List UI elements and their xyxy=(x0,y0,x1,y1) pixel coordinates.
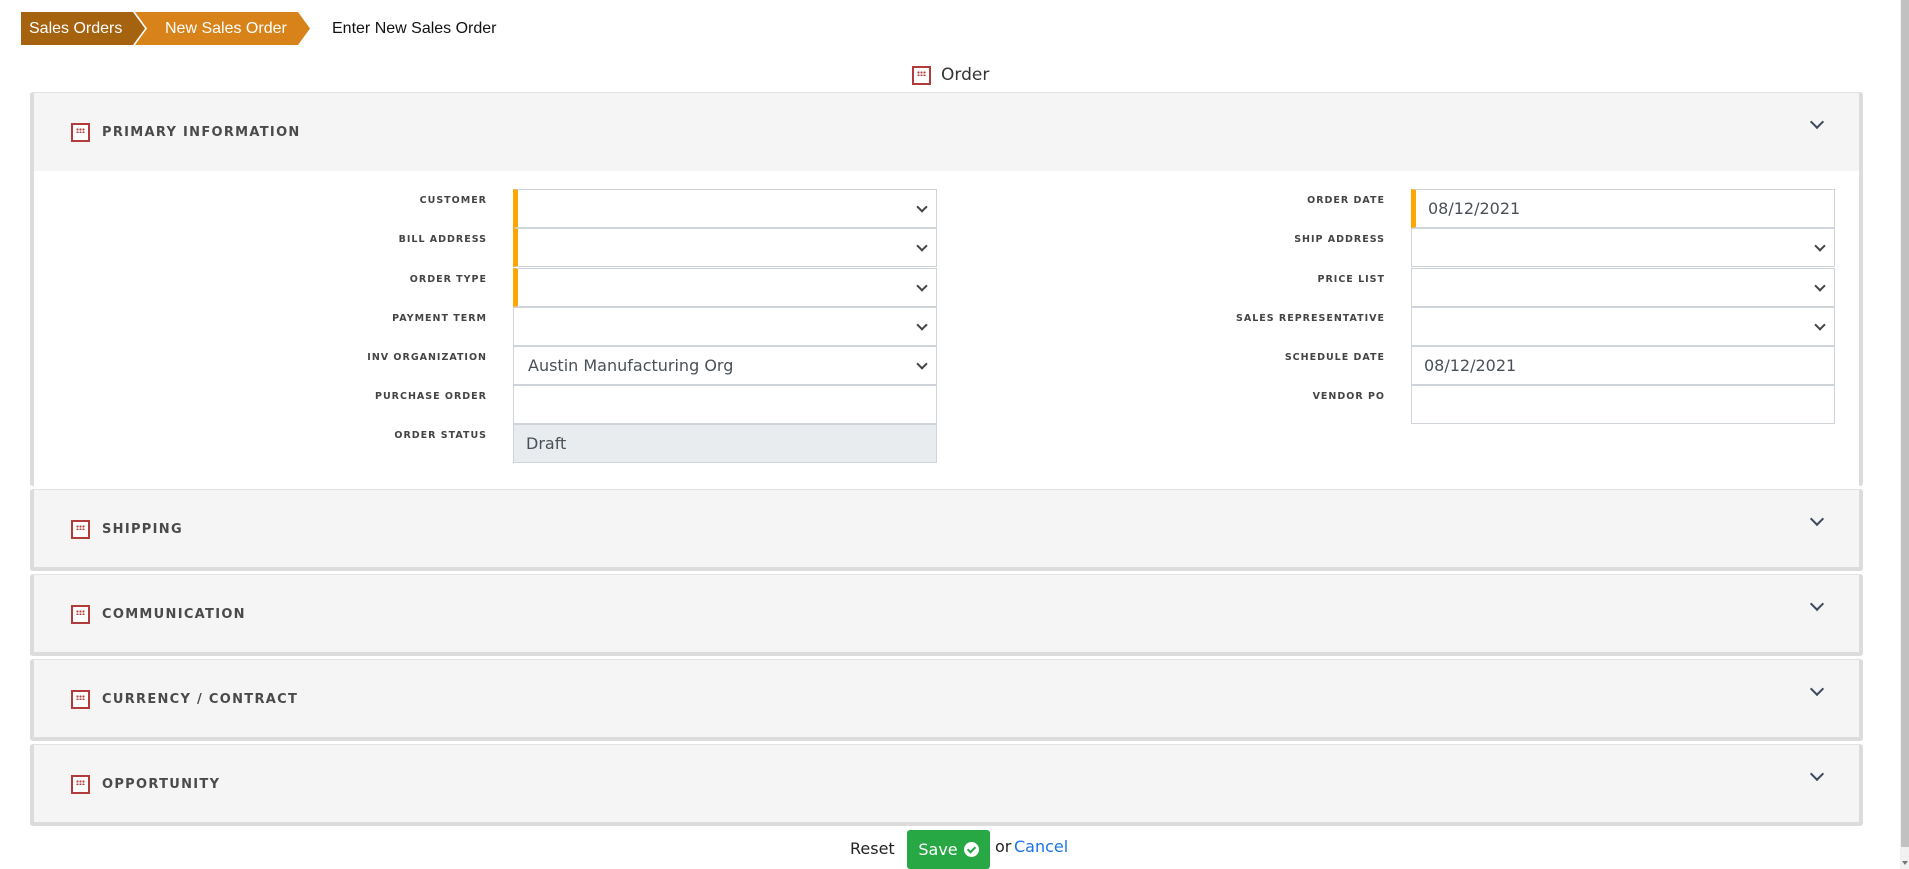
price-list-select[interactable] xyxy=(1411,268,1835,307)
form-title: Order xyxy=(912,65,989,85)
label-inv-organization: INV ORGANIZATION xyxy=(367,352,487,363)
order-status-value: Draft xyxy=(526,434,567,453)
scroll-down-arrow-icon[interactable] xyxy=(1902,861,1908,865)
section-grid-icon xyxy=(71,122,90,142)
panel-header-communication[interactable]: COMMUNICATION xyxy=(34,575,1859,653)
vertical-scrollbar[interactable] xyxy=(1900,0,1909,869)
section-grid-icon xyxy=(71,604,90,624)
schedule-date-value: 08/12/2021 xyxy=(1424,356,1517,375)
breadcrumb-sales-orders[interactable]: Sales Orders xyxy=(21,12,145,45)
panel-currency-contract: CURRENCY / CONTRACT xyxy=(30,659,1863,741)
or-text: or xyxy=(995,837,1012,856)
chevron-down-icon[interactable] xyxy=(1809,681,1825,697)
chevron-down-icon[interactable] xyxy=(1809,511,1825,527)
inv-organization-value: Austin Manufacturing Org xyxy=(528,356,734,375)
label-vendor-po: VENDOR PO xyxy=(1312,391,1385,402)
ship-address-select[interactable] xyxy=(1411,228,1835,267)
reset-button[interactable]: Reset xyxy=(850,839,895,858)
chevron-down-icon xyxy=(1814,280,1826,292)
scrollbar-thumb[interactable] xyxy=(1901,0,1909,847)
label-payment-term: PAYMENT TERM xyxy=(392,313,487,324)
label-order-date: ORDER DATE xyxy=(1307,195,1385,206)
vendor-po-input[interactable] xyxy=(1411,385,1835,424)
label-purchase-order: PURCHASE ORDER xyxy=(375,391,487,402)
sales-representative-select[interactable] xyxy=(1411,307,1835,346)
chevron-down-icon[interactable] xyxy=(1809,766,1825,782)
order-date-input[interactable]: 08/12/2021 xyxy=(1411,189,1835,228)
panel-header-opportunity[interactable]: OPPORTUNITY xyxy=(34,745,1859,823)
label-bill-address: BILL ADDRESS xyxy=(398,234,487,245)
chevron-down-icon xyxy=(916,358,928,370)
chevron-down-icon[interactable] xyxy=(1809,114,1825,130)
label-sales-representative: SALES REPRESENTATIVE xyxy=(1236,313,1385,324)
label-order-type: ORDER TYPE xyxy=(409,274,487,285)
breadcrumb: Sales Orders New Sales Order Enter New S… xyxy=(21,12,497,45)
check-circle-icon xyxy=(963,842,979,857)
panel-primary-information: PRIMARY INFORMATION CUSTOMER BILL ADDRES… xyxy=(30,92,1863,486)
panel-body-primary-information: CUSTOMER BILL ADDRESS ORDER TYPE PAYMENT… xyxy=(34,171,1859,486)
chevron-down-icon xyxy=(916,240,928,252)
panel-header-shipping[interactable]: SHIPPING xyxy=(34,490,1859,568)
chevron-down-icon[interactable] xyxy=(1809,596,1825,612)
chevron-down-icon xyxy=(1814,240,1826,252)
label-price-list: PRICE LIST xyxy=(1317,274,1385,285)
panel-communication: COMMUNICATION xyxy=(30,574,1863,656)
section-grid-icon xyxy=(71,519,90,539)
panel-header-primary-information[interactable]: PRIMARY INFORMATION xyxy=(34,93,1859,171)
panel-shipping: SHIPPING xyxy=(30,489,1863,571)
form-title-text: Order xyxy=(941,65,990,85)
cancel-link[interactable]: Cancel xyxy=(1014,837,1068,856)
bill-address-select[interactable] xyxy=(513,228,937,267)
purchase-order-input[interactable] xyxy=(513,385,937,424)
label-customer: CUSTOMER xyxy=(419,195,487,206)
panel-opportunity: OPPORTUNITY xyxy=(30,744,1863,826)
section-grid-icon xyxy=(71,689,90,709)
chevron-down-icon xyxy=(916,201,928,213)
label-order-status: ORDER STATUS xyxy=(394,430,487,441)
customer-select[interactable] xyxy=(513,189,937,228)
panel-title: COMMUNICATION xyxy=(102,606,246,622)
section-grid-icon xyxy=(71,774,90,794)
inv-organization-select[interactable]: Austin Manufacturing Org xyxy=(513,346,937,385)
save-label: Save xyxy=(918,840,958,859)
label-ship-address: SHIP ADDRESS xyxy=(1294,234,1385,245)
breadcrumb-new-sales-order[interactable]: New Sales Order xyxy=(135,12,310,45)
order-status-field: Draft xyxy=(513,424,937,463)
label-schedule-date: SCHEDULE DATE xyxy=(1284,352,1385,363)
form-grid-icon xyxy=(912,65,931,85)
panel-title: SHIPPING xyxy=(102,521,183,537)
breadcrumb-current: Enter New Sales Order xyxy=(332,19,497,37)
panel-header-currency-contract[interactable]: CURRENCY / CONTRACT xyxy=(34,660,1859,738)
chevron-down-icon xyxy=(916,280,928,292)
chevron-down-icon xyxy=(916,319,928,331)
chevron-down-icon xyxy=(1814,319,1826,331)
order-date-value: 08/12/2021 xyxy=(1428,199,1521,218)
panel-title: PRIMARY INFORMATION xyxy=(102,124,301,140)
order-type-select[interactable] xyxy=(513,268,937,307)
schedule-date-input[interactable]: 08/12/2021 xyxy=(1411,346,1835,385)
form-actions: Reset Save or Cancel xyxy=(0,830,1909,869)
panel-title: CURRENCY / CONTRACT xyxy=(102,691,299,707)
payment-term-select[interactable] xyxy=(513,307,937,346)
panel-title: OPPORTUNITY xyxy=(102,776,221,792)
save-button[interactable]: Save xyxy=(907,830,990,869)
